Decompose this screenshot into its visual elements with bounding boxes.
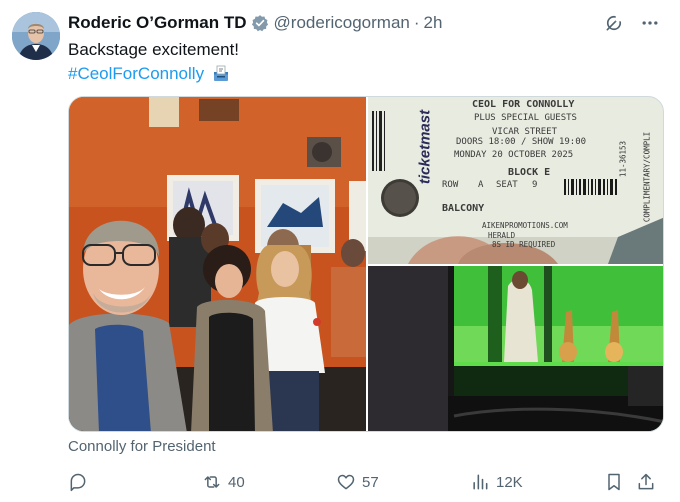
views-count: 12K	[496, 473, 523, 491]
ticket-doors: DOORS 18:00 / SHOW 19:00	[456, 137, 587, 147]
reply-button[interactable]	[68, 472, 202, 492]
user-handle[interactable]: @rodericogorman	[274, 13, 410, 33]
ticket-section: BALCONY	[442, 203, 485, 214]
photo-stage[interactable]	[368, 266, 663, 431]
bookmark-icon	[604, 472, 624, 492]
ticket-guests: PLUS SPECIAL GUESTS	[474, 113, 577, 123]
heart-icon	[336, 472, 356, 492]
separator-dot: ·	[413, 13, 420, 32]
share-icon	[636, 472, 656, 492]
like-button[interactable]: 57	[336, 472, 470, 492]
ticket-brand: ticketmast	[416, 109, 434, 185]
ticket-venue: VICAR STREET	[492, 127, 558, 137]
bookmark-button[interactable]	[604, 472, 636, 492]
ticket-date: MONDAY 20 OCTOBER 2025	[454, 150, 574, 160]
ticket-event: CEOL FOR CONNOLLY	[472, 99, 575, 110]
like-count: 57	[362, 473, 379, 491]
avatar[interactable]	[12, 12, 60, 60]
views-chart-icon	[470, 472, 490, 492]
verified-badge-icon[interactable]	[251, 14, 269, 32]
more-options-icon[interactable]	[640, 13, 660, 33]
timestamp[interactable]: 2h	[424, 13, 443, 33]
ticket-side-note: COMPLIMENTARY/COMPLI	[642, 131, 652, 223]
ticket-seat-value: 9	[532, 180, 538, 190]
media-grid: ticketmast CEOL FOR CONNOLLY PLUS SPECIA…	[68, 96, 664, 432]
share-button[interactable]	[636, 472, 664, 492]
tweet-text-line: Backstage excitement!	[68, 40, 240, 59]
reply-icon	[68, 472, 88, 492]
display-name[interactable]: Roderic O’Gorman TD	[68, 13, 247, 33]
grok-icon[interactable]	[604, 13, 624, 33]
tweet-header: Roderic O’Gorman TD @rodericogorman · 2h	[68, 12, 442, 34]
ballot-box-icon	[212, 64, 230, 82]
ticket-seat-label: SEAT	[496, 180, 518, 190]
photo-backstage-selfie[interactable]	[69, 97, 366, 431]
retweet-button[interactable]: 40	[202, 472, 336, 492]
ticket-row-label: ROW	[442, 180, 459, 190]
tweet-top-actions	[604, 12, 660, 34]
tweet-text: Backstage excitement! #CeolForConnolly	[68, 38, 239, 86]
tweet-action-bar: 40 57 12K	[68, 470, 664, 494]
ticket-side-code: 11-36153	[618, 140, 628, 178]
retweet-count: 40	[228, 473, 245, 491]
ticket-row-value: A	[478, 180, 484, 190]
ticket-promoter-2: HERALD	[488, 231, 516, 240]
ticket-block: BLOCK E	[508, 167, 551, 178]
ticket-id-note: 8S ID REQUIRED	[492, 240, 556, 249]
photo-ticket[interactable]: ticketmast CEOL FOR CONNOLLY PLUS SPECIA…	[368, 97, 663, 264]
ticket-promoter: AIKENPROMOTIONS.COM	[482, 221, 568, 230]
views-button[interactable]: 12K	[470, 472, 604, 492]
hashtag-link[interactable]: #CeolForConnolly	[68, 64, 204, 83]
card-caption: Connolly for President	[68, 438, 216, 455]
retweet-icon	[202, 472, 222, 492]
